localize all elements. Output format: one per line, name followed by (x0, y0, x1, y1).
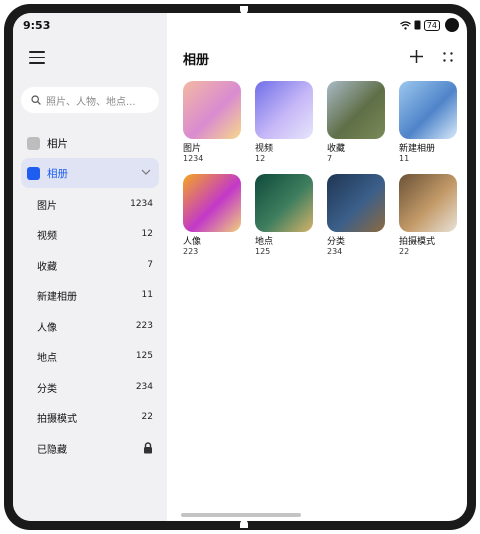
sidebar-subitem-count: 7 (147, 260, 153, 270)
album-name: 图片 (183, 144, 202, 154)
menu-icon[interactable] (29, 51, 45, 65)
home-indicator[interactable] (181, 513, 301, 517)
sidebar: 照片、人物、地点... 相片 相册 图片 1234 视频 12 收藏 7 新建相… (13, 13, 167, 521)
sidebar-subitem-pictures[interactable]: 图片 1234 (21, 194, 153, 214)
album-card[interactable]: 地点 125 (255, 174, 313, 257)
sidebar-subitem-count: 22 (141, 412, 153, 422)
album-thumbnail (255, 81, 313, 139)
album-name: 新建相册 (399, 144, 436, 154)
album-card[interactable]: 人像 223 (183, 174, 241, 257)
more-icon[interactable] (443, 52, 453, 62)
album-card[interactable]: 图片 1234 (183, 81, 241, 164)
sidebar-subitem-count: 12 (141, 229, 153, 239)
album-thumbnail (183, 174, 241, 232)
album-name: 人像 (183, 237, 202, 247)
sidebar-subitem-label: 收藏 (37, 261, 57, 273)
album-count: 7 (327, 154, 333, 163)
sidebar-subitem-new-album[interactable]: 新建相册 11 (21, 285, 153, 305)
album-card[interactable]: 拍摄模式 22 (399, 174, 457, 257)
lock-icon (144, 442, 152, 454)
album-count: 223 (183, 247, 199, 256)
album-card[interactable]: 分类 234 (327, 174, 385, 257)
sidebar-item-label: 相片 (47, 137, 68, 150)
album-name: 地点 (255, 237, 274, 247)
sidebar-subitem-hidden[interactable]: 已隐藏 (21, 438, 153, 458)
chevron-down-icon[interactable] (141, 169, 151, 175)
sim-icon (414, 20, 421, 30)
album-count: 234 (327, 247, 343, 256)
sidebar-subitem-label: 分类 (37, 383, 57, 395)
album-thumbnail (255, 174, 313, 232)
album-count: 22 (399, 247, 410, 256)
album-thumbnail (327, 174, 385, 232)
album-count: 12 (255, 154, 266, 163)
album-thumbnail (327, 81, 385, 139)
status-bar: 9:53 74 (13, 13, 467, 37)
album-icon (27, 166, 40, 180)
sidebar-subitem-label: 拍摄模式 (37, 413, 77, 425)
album-name: 视频 (255, 144, 274, 154)
album-thumbnail (399, 81, 457, 139)
screen: 照片、人物、地点... 相片 相册 图片 1234 视频 12 收藏 7 新建相… (13, 13, 467, 521)
album-card[interactable]: 视频 12 (255, 81, 313, 164)
device-frame: 照片、人物、地点... 相片 相册 图片 1234 视频 12 收藏 7 新建相… (4, 4, 476, 530)
search-placeholder: 照片、人物、地点... (46, 96, 136, 108)
album-thumbnail (183, 81, 241, 139)
sidebar-subitem-favorites[interactable]: 收藏 7 (21, 255, 153, 275)
album-count: 11 (399, 154, 410, 163)
sidebar-subitem-count: 1234 (130, 199, 153, 209)
status-time: 9:53 (23, 19, 51, 32)
sidebar-subitem-label: 地点 (37, 352, 57, 364)
search-icon (31, 95, 41, 105)
sidebar-subitem-videos[interactable]: 视频 12 (21, 224, 153, 244)
sidebar-item-label: 相册 (47, 167, 68, 180)
sidebar-subitem-label: 视频 (37, 230, 57, 242)
sidebar-subitem-count: 223 (135, 321, 153, 331)
album-count: 1234 (183, 154, 204, 163)
sidebar-subitem-count: 11 (141, 290, 153, 300)
album-count: 125 (255, 247, 271, 256)
sidebar-subitem-shooting-modes[interactable]: 拍摄模式 22 (21, 407, 153, 427)
album-card[interactable]: 收藏 7 (327, 81, 385, 164)
sidebar-item-photos[interactable]: 相片 (21, 128, 159, 158)
sidebar-subitem-portraits[interactable]: 人像 223 (21, 316, 153, 336)
album-name: 拍摄模式 (399, 237, 436, 247)
wifi-icon (399, 20, 411, 30)
page-title: 相册 (183, 53, 210, 68)
sidebar-item-albums[interactable]: 相册 (21, 158, 159, 188)
sidebar-subitem-places[interactable]: 地点 125 (21, 346, 153, 366)
add-icon[interactable] (410, 50, 423, 63)
sidebar-subitem-label: 新建相册 (37, 291, 77, 303)
sidebar-subitem-label: 已隐藏 (37, 444, 67, 456)
photo-icon (27, 136, 40, 150)
hinge-bottom (240, 520, 248, 528)
battery-indicator: 74 (423, 19, 440, 31)
sidebar-subitem-count: 125 (135, 351, 153, 361)
sidebar-subitem-label: 人像 (37, 322, 57, 334)
album-name: 收藏 (327, 144, 346, 154)
sidebar-subitem-count: 234 (135, 382, 153, 392)
sidebar-subitem-label: 图片 (37, 200, 57, 212)
album-name: 分类 (327, 237, 346, 247)
album-thumbnail (399, 174, 457, 232)
camera-icon (445, 18, 459, 32)
search-input[interactable]: 照片、人物、地点... (21, 87, 159, 113)
album-card[interactable]: 新建相册 11 (399, 81, 457, 164)
sidebar-subitem-categories[interactable]: 分类 234 (21, 377, 153, 397)
